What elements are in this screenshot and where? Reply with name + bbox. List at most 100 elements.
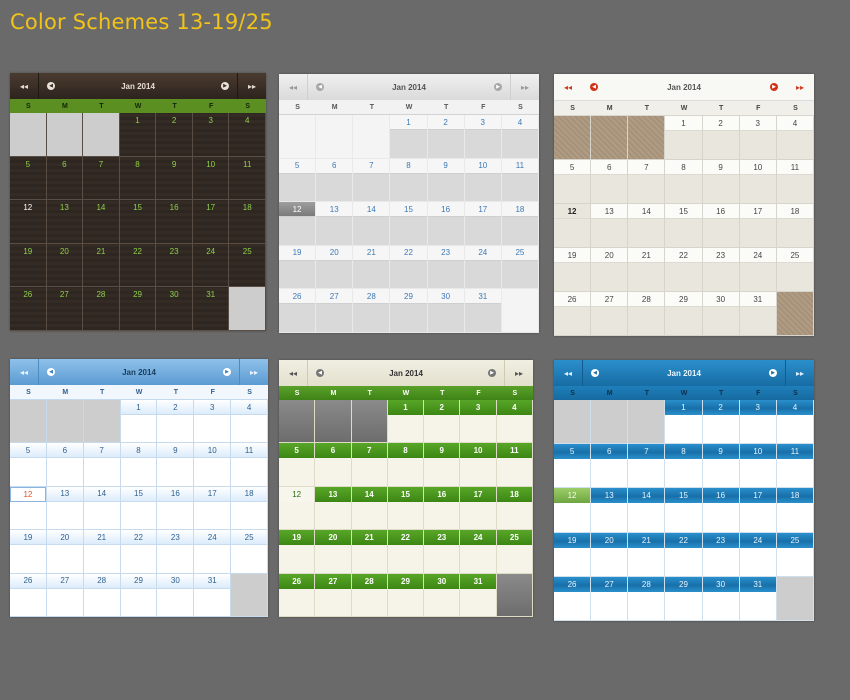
next-month-icon[interactable]: ▶ bbox=[488, 369, 496, 377]
day-cell[interactable]: 30 bbox=[156, 287, 193, 331]
day-cell[interactable]: 29 bbox=[665, 576, 703, 622]
day-cell[interactable]: 27 bbox=[316, 289, 354, 333]
next-year-button[interactable]: ▸▸ bbox=[239, 359, 268, 385]
next-year-button[interactable]: ▸▸ bbox=[786, 74, 814, 100]
day-cell[interactable]: 31 bbox=[739, 576, 777, 622]
day-cell[interactable]: 17 bbox=[464, 202, 502, 246]
day-cell[interactable]: 25 bbox=[229, 243, 267, 288]
day-cell[interactable]: 23 bbox=[427, 245, 465, 290]
day-cell[interactable]: 2 bbox=[427, 115, 465, 159]
day-cell[interactable]: 2 bbox=[156, 113, 193, 157]
day-cell[interactable]: 22 bbox=[390, 245, 428, 290]
day-cell[interactable]: 28 bbox=[628, 292, 666, 336]
day-cell[interactable]: 7 bbox=[83, 156, 120, 201]
today-cell[interactable]: 12 bbox=[554, 204, 592, 248]
day-cell[interactable]: 23 bbox=[702, 248, 740, 292]
day-cell[interactable]: 4 bbox=[231, 400, 269, 444]
day-cell[interactable]: 5 bbox=[279, 158, 317, 203]
day-cell[interactable]: 3 bbox=[460, 400, 497, 444]
day-cell[interactable]: 24 bbox=[464, 245, 502, 290]
day-cell[interactable]: 6 bbox=[591, 160, 629, 204]
day-cell[interactable]: 3 bbox=[192, 113, 230, 157]
day-cell[interactable]: 17 bbox=[192, 200, 230, 244]
day-cell[interactable]: 15 bbox=[665, 488, 703, 533]
day-cell[interactable]: 27 bbox=[46, 287, 84, 331]
prev-month-icon[interactable]: ◀ bbox=[316, 83, 324, 91]
prev-year-button[interactable]: ◂◂ bbox=[279, 360, 308, 386]
day-cell[interactable]: 13 bbox=[46, 200, 84, 244]
day-cell[interactable]: 3 bbox=[194, 400, 232, 444]
day-cell[interactable]: 10 bbox=[464, 158, 502, 203]
day-cell[interactable]: 18 bbox=[501, 202, 539, 246]
day-cell[interactable]: 21 bbox=[353, 245, 391, 290]
day-cell[interactable]: 26 bbox=[554, 292, 592, 336]
day-cell[interactable]: 29 bbox=[665, 292, 703, 336]
day-cell[interactable]: 8 bbox=[665, 444, 703, 489]
day-cell[interactable]: 16 bbox=[157, 486, 195, 531]
day-cell[interactable]: 30 bbox=[427, 289, 465, 333]
day-cell[interactable]: 20 bbox=[46, 243, 84, 288]
day-cell[interactable]: 23 bbox=[702, 532, 740, 577]
day-cell[interactable]: 4 bbox=[776, 400, 814, 445]
day-cell[interactable]: 26 bbox=[279, 289, 317, 333]
day-cell[interactable]: 25 bbox=[231, 530, 269, 574]
day-cell[interactable]: 23 bbox=[156, 243, 193, 288]
day-cell[interactable]: 26 bbox=[279, 573, 316, 618]
day-cell[interactable]: 10 bbox=[194, 443, 232, 487]
day-cell[interactable]: 28 bbox=[353, 289, 391, 333]
day-cell[interactable]: 17 bbox=[194, 486, 232, 531]
day-cell[interactable]: 24 bbox=[739, 248, 777, 292]
day-cell[interactable]: 9 bbox=[156, 156, 193, 201]
prev-month-icon[interactable]: ◀ bbox=[47, 368, 55, 376]
next-month-icon[interactable]: ▶ bbox=[221, 82, 229, 90]
day-cell[interactable]: 21 bbox=[628, 532, 666, 577]
day-cell[interactable]: 13 bbox=[591, 204, 629, 248]
day-cell[interactable]: 7 bbox=[628, 444, 666, 489]
day-cell[interactable]: 15 bbox=[665, 204, 703, 248]
day-cell[interactable]: 24 bbox=[192, 243, 230, 288]
today-cell[interactable]: 12 bbox=[279, 202, 317, 246]
next-month-icon[interactable]: ▶ bbox=[223, 368, 231, 376]
prev-year-button[interactable]: ◂◂ bbox=[554, 360, 583, 386]
day-cell[interactable]: 25 bbox=[501, 245, 539, 290]
day-cell[interactable]: 5 bbox=[10, 443, 47, 487]
day-cell[interactable]: 26 bbox=[10, 573, 47, 618]
next-month-icon[interactable]: ▶ bbox=[770, 83, 778, 91]
day-cell[interactable]: 31 bbox=[739, 292, 777, 336]
day-cell[interactable]: 16 bbox=[424, 486, 461, 531]
day-cell[interactable]: 1 bbox=[119, 113, 157, 157]
day-cell[interactable]: 3 bbox=[739, 400, 777, 445]
day-cell[interactable]: 31 bbox=[194, 573, 232, 618]
prev-month-icon[interactable]: ◀ bbox=[316, 369, 324, 377]
next-month-icon[interactable]: ▶ bbox=[494, 83, 502, 91]
day-cell[interactable]: 18 bbox=[229, 200, 267, 244]
day-cell[interactable]: 6 bbox=[46, 443, 84, 487]
day-cell[interactable]: 28 bbox=[83, 573, 121, 618]
day-cell[interactable]: 25 bbox=[496, 530, 533, 574]
prev-month-icon[interactable]: ◀ bbox=[47, 82, 55, 90]
next-year-button[interactable]: ▸▸ bbox=[785, 360, 814, 386]
day-cell[interactable]: 22 bbox=[387, 530, 425, 574]
day-cell[interactable]: 11 bbox=[496, 443, 533, 487]
day-cell[interactable]: 23 bbox=[424, 530, 461, 574]
day-cell[interactable]: 14 bbox=[353, 202, 391, 246]
day-cell[interactable]: 6 bbox=[46, 156, 84, 201]
day-cell[interactable]: 29 bbox=[120, 573, 158, 618]
day-cell[interactable]: 24 bbox=[194, 530, 232, 574]
day-cell[interactable]: 21 bbox=[628, 248, 666, 292]
day-cell[interactable]: 1 bbox=[390, 115, 428, 159]
day-cell[interactable]: 14 bbox=[83, 200, 120, 244]
day-cell[interactable]: 26 bbox=[554, 576, 592, 622]
day-cell[interactable]: 15 bbox=[120, 486, 158, 531]
day-cell[interactable]: 13 bbox=[315, 486, 352, 531]
day-cell[interactable]: 9 bbox=[427, 158, 465, 203]
today-cell[interactable]: 12 bbox=[10, 200, 47, 244]
day-cell[interactable]: 2 bbox=[702, 400, 740, 445]
day-cell[interactable]: 16 bbox=[702, 204, 740, 248]
day-cell[interactable]: 20 bbox=[46, 530, 84, 574]
day-cell[interactable]: 19 bbox=[279, 530, 316, 574]
day-cell[interactable]: 18 bbox=[776, 204, 814, 248]
day-cell[interactable]: 27 bbox=[315, 573, 352, 618]
day-cell[interactable]: 30 bbox=[702, 292, 740, 336]
day-cell[interactable]: 19 bbox=[10, 530, 47, 574]
